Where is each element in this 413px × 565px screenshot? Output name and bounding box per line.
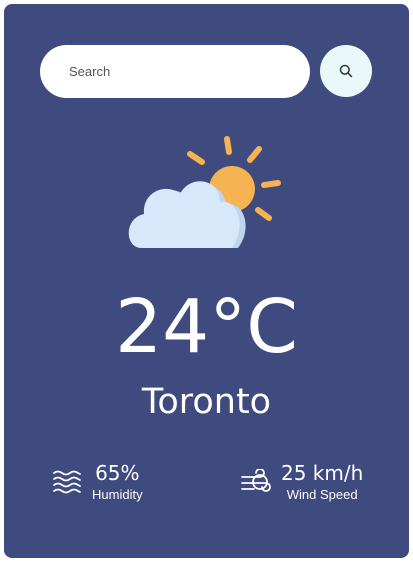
humidity-stat: 65% Humidity — [50, 460, 143, 504]
temperature: 24°C — [115, 284, 298, 370]
humidity-label: Humidity — [92, 487, 143, 502]
city-name: Toronto — [141, 382, 272, 422]
search-button[interactable] — [320, 45, 372, 97]
search-input[interactable] — [67, 63, 291, 80]
weather-card: 24°C Toronto 65% Humidity — [4, 4, 409, 558]
search-box[interactable] — [40, 45, 310, 98]
search-icon — [339, 64, 353, 78]
wind-label: Wind Speed — [286, 487, 358, 502]
partly-cloudy-icon — [128, 136, 281, 248]
wind-icon — [239, 467, 273, 497]
wind-stat: 25 km/h Wind Speed — [239, 460, 363, 504]
humidity-waves-icon — [50, 467, 84, 497]
wind-value: 25 km/h — [281, 461, 364, 485]
humidity-value: 65% — [95, 461, 140, 485]
